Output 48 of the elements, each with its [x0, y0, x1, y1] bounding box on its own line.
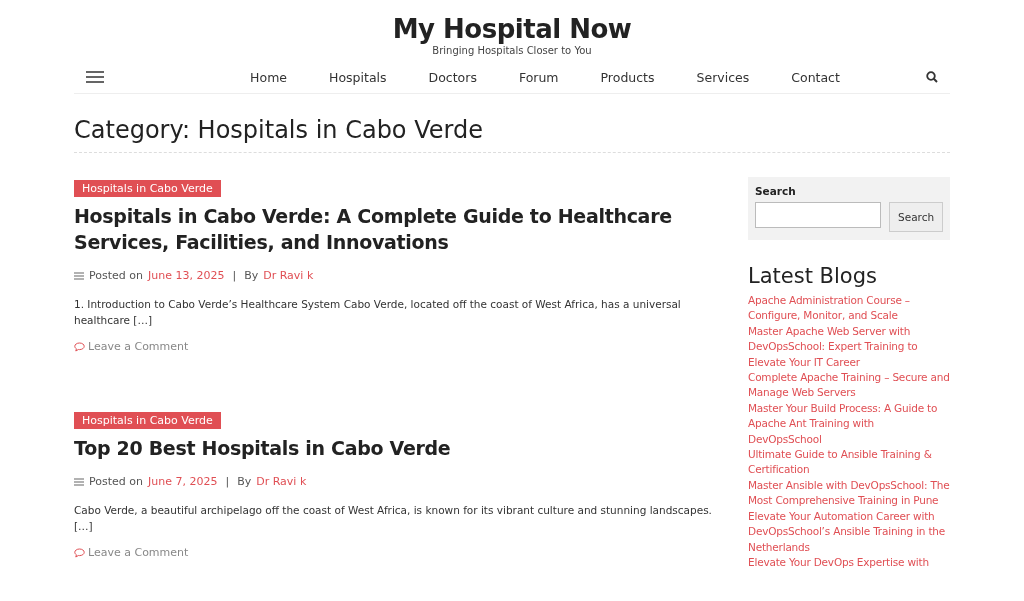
blog-link[interactable]: Ultimate Guide to Ansible Training & Certification — [748, 447, 950, 478]
blog-link[interactable]: Elevate Your DevOps Expertise with — [748, 554, 950, 571]
by-label: By — [244, 269, 259, 282]
blog-link[interactable]: Master Your Build Process: A Guide to Apache Ant Training with DevOpsSchool — [748, 400, 950, 448]
blog-link[interactable]: Master Ansible with DevOpsSchool: The Most Comprehensive Training in Pune — [748, 477, 950, 509]
by-label: By — [237, 475, 252, 488]
meta-separator: | — [225, 475, 230, 488]
comment-link[interactable]: Leave a Comment — [74, 340, 726, 353]
blog-link[interactable]: Master Apache Web Server with DevOpsSchool: Expert Training to Elevate Your IT Career — [748, 323, 950, 371]
post-author[interactable]: Dr Ravi k — [256, 475, 307, 488]
search-label: Search — [755, 185, 797, 197]
post-author[interactable]: Dr Ravi k — [263, 269, 314, 282]
posted-label: Posted on — [89, 475, 143, 488]
blog-link[interactable]: Apache Administration Course – Configure, Monitor, and Scale — [748, 293, 950, 324]
site-tagline: Bringing Hospitals Closer to You — [432, 45, 592, 56]
post-title[interactable]: Top 20 Best Hospitals in Cabo Verde — [74, 435, 726, 461]
post-excerpt: 1. Introduction to Cabo Verde’s Healthcare System Cabo Verde, located off the coast of West Africa, has a universal healthcare […] — [74, 297, 682, 328]
blog-link[interactable]: Complete Apache Training – Secure and Manage Web Servers — [748, 370, 950, 401]
comment-label[interactable]: Leave a Comment — [88, 546, 189, 559]
list-icon — [74, 271, 84, 280]
category-tag[interactable]: Hospitals in Cabo Verde — [74, 412, 221, 429]
blog-link[interactable]: Elevate Your Automation Career with DevOpsSchool’s Ansible Training in the Netherlands — [748, 508, 950, 555]
post-excerpt: Cabo Verde, a beautiful archipelago off the coast of West Africa, is known for its vibrant culture and stunning landscapes. […] — [74, 503, 713, 534]
post-date[interactable]: June 7, 2025 — [147, 475, 218, 488]
nav-link[interactable]: Services — [675, 69, 771, 85]
post-title[interactable]: Hospitals in Cabo Verde: A Complete Guide to Healthcare Services, Facilities, and Innovations — [74, 203, 726, 255]
site-title[interactable]: My Hospital Now — [392, 14, 632, 44]
search-button[interactable]: Search — [889, 202, 944, 232]
search-field[interactable] — [755, 202, 881, 228]
nav-link[interactable]: Products — [579, 69, 676, 85]
posted-label: Posted on — [89, 269, 143, 282]
speech-bubble-icon — [74, 547, 85, 558]
comment-link[interactable]: Leave a Comment — [74, 546, 726, 559]
list-icon — [74, 477, 84, 486]
speech-bubble-icon — [74, 341, 85, 352]
widget-title: Latest Blogs — [748, 264, 878, 288]
search-icon[interactable] — [926, 71, 938, 83]
nav-link[interactable]: Forum — [497, 69, 580, 85]
menu-icon[interactable] — [86, 71, 104, 83]
meta-separator: | — [232, 269, 237, 282]
nav-link[interactable]: Hospitals — [308, 69, 408, 85]
nav-link[interactable]: Contact — [770, 69, 861, 85]
nav-link[interactable]: Doctors — [407, 69, 498, 85]
post-date[interactable]: June 13, 2025 — [147, 269, 225, 282]
page-title: Category: Hospitals in Cabo Verde — [74, 94, 950, 153]
category-tag[interactable]: Hospitals in Cabo Verde — [74, 180, 221, 197]
nav-link[interactable]: Home — [229, 69, 309, 85]
comment-label[interactable]: Leave a Comment — [88, 340, 189, 353]
